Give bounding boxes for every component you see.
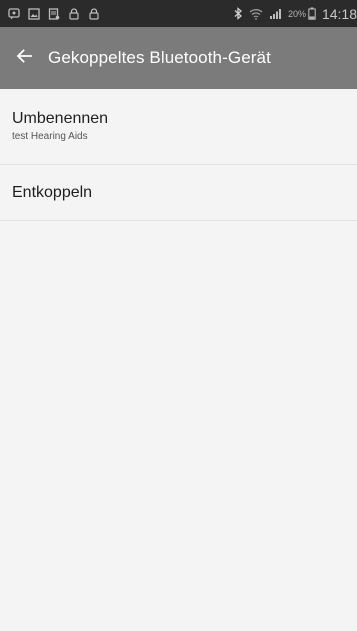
wifi-icon <box>249 8 263 20</box>
arrow-left-icon <box>16 48 32 68</box>
page-title: Gekoppeltes Bluetooth-Gerät <box>48 48 271 67</box>
unpair-title: Entkoppeln <box>12 183 93 201</box>
signal-icon <box>269 8 282 20</box>
app-bar: Gekoppeltes Bluetooth-Gerät <box>0 27 357 89</box>
unpair-item[interactable]: Entkoppeln <box>0 165 357 221</box>
back-button[interactable] <box>0 27 48 89</box>
status-bar-time: 14:18 <box>321 5 357 22</box>
rename-title: Umbenennen <box>12 110 109 127</box>
message-icon <box>8 7 20 20</box>
image-icon <box>28 7 40 20</box>
bluetooth-icon <box>233 7 243 20</box>
status-bar-notifications <box>8 7 108 20</box>
lock-icon <box>68 7 80 20</box>
battery-icon <box>308 7 316 20</box>
battery-percent: 20% <box>287 8 306 19</box>
rename-item[interactable]: Umbenennen test Hearing Aids <box>0 89 357 165</box>
status-bar: 20% 14:18 <box>0 0 357 27</box>
note-icon <box>48 7 60 20</box>
lock-icon <box>88 7 100 20</box>
device-name: test Hearing Aids <box>12 131 88 142</box>
settings-list: Umbenennen test Hearing Aids Entkoppeln <box>0 89 357 631</box>
status-bar-system: 20% 14:18 <box>233 6 357 22</box>
